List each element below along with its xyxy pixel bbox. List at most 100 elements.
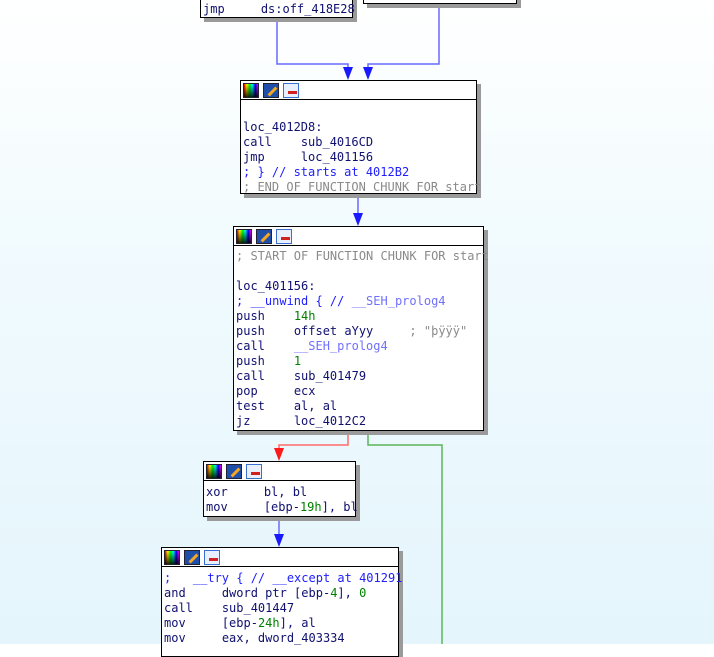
operand: loc_4012D8: [243, 120, 323, 134]
operand: loc_401156 [300, 150, 374, 164]
disassembly-listing: ; __try { // __except at 401291 and dword… [162, 567, 402, 646]
operand: ], [337, 586, 360, 600]
operand [228, 500, 264, 514]
disassembly-listing: loc_4012D8: call sub_4016CD jmp loc_401156… [241, 100, 481, 195]
code-line[interactable]: call sub_4016CD [243, 135, 474, 150]
comment: ; "þÿÿÿ" [373, 324, 468, 338]
code-line[interactable]: ; __unwind { // __SEH_prolog4 [236, 294, 481, 309]
edit-icon[interactable] [184, 549, 200, 565]
graph-icon[interactable] [246, 463, 262, 479]
operand: sub_4016CD [300, 135, 374, 149]
disassembly-listing: xor bl, bl mov [ebp-19h], bl [204, 481, 358, 515]
operand: al, al [293, 399, 338, 413]
operand: loc_4012C2 [293, 414, 367, 428]
edit-icon[interactable] [226, 463, 242, 479]
color-icon[interactable] [243, 82, 259, 98]
color-icon[interactable] [206, 463, 222, 479]
edit-icon[interactable] [256, 228, 272, 244]
node-try[interactable]: ; __try { // __except at 401291 and dword… [161, 547, 402, 657]
number-operand: 14h [293, 309, 316, 323]
mnemonic: call [164, 601, 193, 615]
node-header [204, 462, 355, 481]
operand [258, 384, 294, 398]
mnemonic: test [236, 399, 265, 413]
operand: offset aYyy [293, 324, 374, 338]
edge-false-branch[interactable] [278, 430, 349, 450]
disassembly-listing: jmp ds:off_418E28 [201, 0, 355, 17]
code-line[interactable]: call sub_401447 [164, 601, 396, 616]
operand: ecx [293, 384, 316, 398]
code-line[interactable]: jz loc_4012C2 [236, 414, 481, 429]
edge-topleft-to-loc_4012D8[interactable] [276, 18, 349, 70]
operand [228, 485, 264, 499]
operand [265, 309, 294, 323]
number-operand: 24h [257, 616, 280, 630]
mnemonic: call [236, 339, 265, 353]
code-line[interactable]: call __SEH_prolog4 [236, 339, 481, 354]
mnemonic: call [243, 135, 272, 149]
operand [265, 399, 294, 413]
code-line[interactable]: jmp loc_401156 [243, 150, 474, 165]
edge-topright-to-loc_4012D8[interactable] [367, 3, 440, 70]
code-line[interactable]: loc_401156: [236, 279, 481, 294]
comment: ; } // starts at 4012B2 [243, 165, 410, 179]
code-line[interactable]: ; START OF FUNCTION CHUNK FOR start [236, 249, 489, 264]
node-header [241, 81, 476, 100]
comment: ; __try { // __except at 401291 [164, 571, 403, 585]
code-line[interactable]: xor bl, bl [206, 485, 353, 500]
code-line[interactable]: push 1 [236, 354, 481, 369]
code-line[interactable]: test al, al [236, 399, 481, 414]
arrow-head [353, 213, 363, 226]
code-line[interactable]: ; __try { // __except at 401291 [164, 571, 402, 586]
mnemonic: xor [206, 485, 228, 499]
mnemonic: push [236, 354, 265, 368]
code-line[interactable]: ; } // starts at 4012B2 [243, 165, 474, 180]
operand: dword ptr [ebp- [221, 586, 331, 600]
node-header [162, 548, 398, 567]
arrow-head [343, 67, 353, 80]
color-icon[interactable] [236, 228, 252, 244]
operand: ], al [279, 616, 316, 630]
function-name: __SEH_prolog4 [293, 339, 388, 353]
code-line[interactable]: ; END OF FUNCTION CHUNK FOR start [243, 180, 481, 195]
node-loc_401156[interactable]: ; START OF FUNCTION CHUNK FOR start loc_4… [233, 226, 489, 431]
operand [250, 414, 293, 428]
code-line[interactable]: call sub_401479 [236, 369, 481, 384]
operand [272, 135, 301, 149]
operand: eax, dword_403334 [221, 631, 345, 645]
mnemonic: pop [236, 384, 258, 398]
node-header [234, 227, 483, 246]
number-operand: 0 [359, 586, 367, 600]
node-top-left[interactable]: jmp ds:off_418E28 [200, 0, 355, 18]
code-line[interactable]: push 14h [236, 309, 481, 324]
mnemonic: jz [236, 414, 251, 428]
graph-icon[interactable] [204, 549, 220, 565]
operand: loc_401156: [236, 279, 316, 293]
operand: [ebp- [263, 500, 300, 514]
code-line[interactable]: loc_4012D8: [243, 120, 474, 135]
code-line[interactable]: pop ecx [236, 384, 481, 399]
comment: ; __unwind { // [236, 294, 352, 308]
operand [265, 369, 294, 383]
mnemonic: mov [164, 631, 186, 645]
graph-icon[interactable] [276, 228, 292, 244]
code-line[interactable]: push offset aYyy ; "þÿÿÿ" [236, 324, 481, 339]
mnemonic: push [236, 324, 265, 338]
operand: ds:off_418E28 [260, 2, 355, 16]
operand: sub_401479 [293, 369, 367, 383]
operand [265, 339, 294, 353]
code-line[interactable] [243, 105, 474, 120]
code-line[interactable]: mov [ebp-24h], al [164, 616, 396, 631]
arrow-head [363, 67, 373, 80]
code-line[interactable]: jmp ds:off_418E28 [203, 2, 355, 17]
code-line[interactable] [236, 264, 481, 279]
graph-icon[interactable] [283, 82, 299, 98]
node-loc_4012D8[interactable]: loc_4012D8: call sub_4016CD jmp loc_401156… [240, 80, 481, 195]
color-icon[interactable] [164, 549, 180, 565]
code-line[interactable]: mov [ebp-19h], bl [206, 500, 358, 515]
code-line[interactable]: and dword ptr [ebp-4], 0 [164, 586, 396, 601]
mnemonic: and [164, 586, 186, 600]
node-xor[interactable]: xor bl, bl mov [ebp-19h], bl [203, 461, 358, 517]
node-top-right[interactable] [363, 0, 517, 4]
edit-icon[interactable] [263, 82, 279, 98]
